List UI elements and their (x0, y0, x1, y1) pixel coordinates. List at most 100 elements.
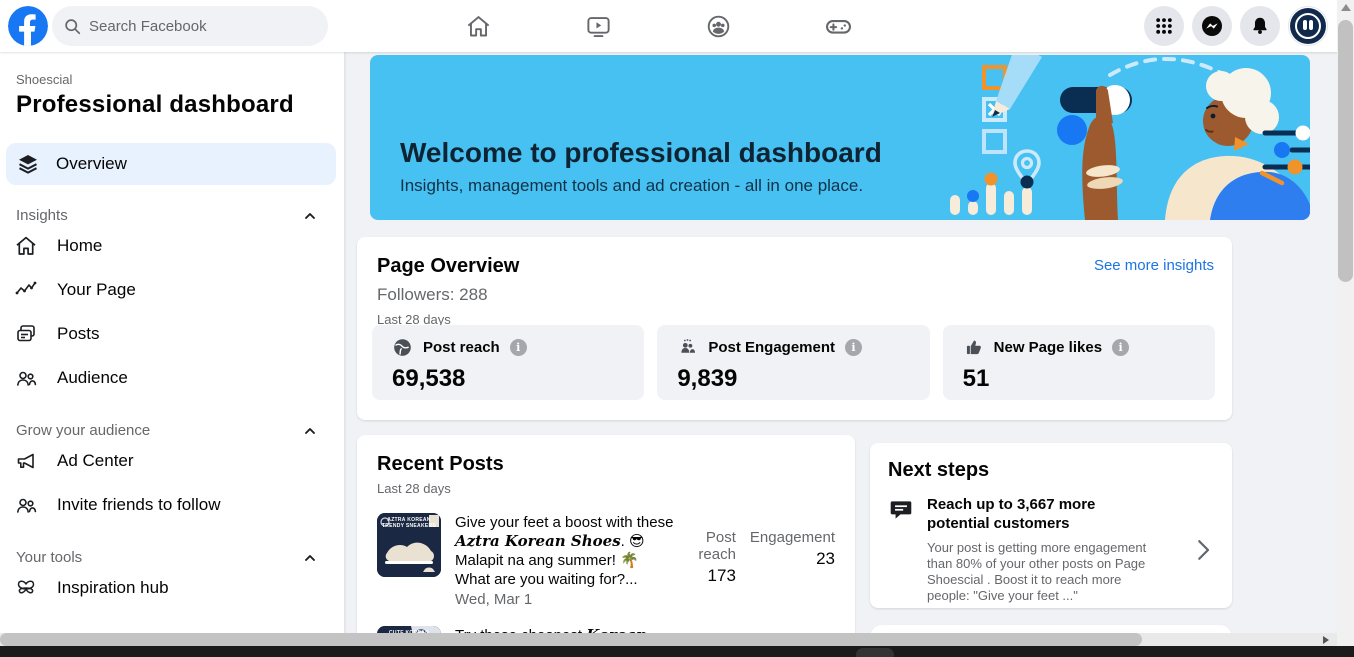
followers-count: Followers: 288 (377, 285, 488, 304)
recent-posts-period: Last 28 days (377, 481, 451, 496)
post-date: Wed, Mar 1 (455, 591, 533, 608)
home-icon (16, 236, 36, 255)
sidebar-item-label: Overview (56, 154, 127, 173)
banner-title: Welcome to professional dashboard (400, 137, 882, 168)
chevron-up-icon (305, 212, 315, 219)
page-overview-title: Page Overview (377, 255, 520, 277)
sidebar-item-ad-center[interactable]: Ad Center (0, 439, 344, 483)
taskbar-app-button[interactable] (856, 648, 894, 657)
shoescial-logo-avatar (1290, 8, 1326, 44)
next-steps-item-body: Your post is getting more engagement tha… (927, 540, 1147, 603)
people-icon (681, 339, 696, 353)
scroll-up-arrow[interactable] (1341, 4, 1351, 11)
post-metrics: Post reach 173 Engagement 23 (675, 513, 835, 609)
butterfly-icon (17, 580, 35, 594)
dashboard-sidebar: Shoescial Professional dashboard Overvie… (0, 52, 345, 646)
overview-stat-tiles: Post reach i 69,538 Post Engagement i 9,… (372, 325, 1215, 400)
account-avatar[interactable] (1288, 6, 1328, 46)
stat-value: 69,538 (392, 365, 466, 392)
stat-label: Post Engagement (708, 339, 836, 356)
sidebar-item-overview[interactable]: Overview (6, 143, 336, 185)
info-icon[interactable]: i (845, 339, 863, 356)
line-chart-icon (15, 281, 37, 295)
post-reach-metric: Post reach 173 (698, 529, 736, 585)
search-bar[interactable] (52, 6, 328, 46)
sidebar-item-label: Invite friends to follow (57, 495, 221, 514)
horizontal-scroll-thumb[interactable] (0, 633, 1142, 646)
stat-value: 51 (962, 365, 990, 392)
stat-tile-post-engagement: Post Engagement i 9,839 (657, 325, 930, 400)
main-nav-tabs (426, 0, 890, 52)
groups-icon (707, 15, 729, 37)
watch-icon (586, 16, 610, 37)
sidebar-item-label: Inspiration hub (57, 578, 169, 597)
next-steps-item[interactable]: Reach up to 3,667 more potential custome… (888, 495, 1214, 604)
post-text: Give your feet a boost with these Aztra … (455, 514, 674, 608)
stat-label: New Page likes (993, 339, 1103, 356)
thumbnail-caption: AZTRA KOREAN TRENDY SNEAKERS (381, 517, 437, 529)
dashboard-main-content: Welcome to professional dashboard Insigh… (345, 52, 1337, 657)
see-more-insights-link[interactable]: See more insights (1094, 257, 1214, 274)
post-row[interactable]: AZTRA KOREAN TRENDY SNEAKERS Give your f… (377, 513, 835, 609)
stat-tile-new-page-likes: New Page likes i 51 (942, 325, 1215, 400)
top-navigation-bar (0, 0, 1354, 52)
page-overview-card: Page Overview Followers: 288 Last 28 day… (357, 237, 1232, 420)
home-tab[interactable] (426, 0, 530, 52)
sidebar-item-posts[interactable]: Posts (0, 312, 344, 356)
sidebar-title: Professional dashboard (16, 91, 294, 118)
invite-friends-icon (17, 498, 37, 513)
stat-value: 9,839 (677, 365, 738, 392)
apps-menu-button[interactable] (1144, 6, 1184, 46)
audience-icon (17, 371, 37, 386)
sidebar-item-label: Audience (57, 368, 128, 387)
sidebar-item-audience[interactable]: Audience (0, 356, 344, 400)
messenger-button[interactable] (1192, 6, 1232, 46)
globe-icon (394, 339, 411, 356)
sidebar-item-label: Ad Center (57, 451, 134, 470)
next-steps-text: Reach up to 3,667 more potential custome… (927, 495, 1155, 604)
taskbar-strip (0, 646, 1354, 657)
gaming-tab[interactable] (786, 0, 890, 52)
sidebar-page-name: Shoescial (16, 72, 73, 87)
sidebar-section-insights[interactable]: Insights (16, 207, 318, 224)
messenger-icon (1202, 16, 1222, 36)
next-steps-title: Next steps (888, 459, 990, 481)
info-icon[interactable]: i (1112, 339, 1130, 356)
section-label: Insights (16, 207, 68, 224)
groups-tab[interactable] (666, 0, 770, 52)
sidebar-item-label: Posts (57, 324, 100, 343)
sidebar-section-your-tools[interactable]: Your tools (16, 549, 318, 566)
section-label: Your tools (16, 549, 83, 566)
watch-tab[interactable] (546, 0, 650, 52)
sidebar-item-inspiration-hub[interactable]: Inspiration hub (0, 566, 344, 610)
section-label: Grow your audience (16, 422, 151, 439)
facebook-logo[interactable] (8, 6, 48, 46)
search-icon (65, 18, 81, 34)
vertical-scrollbar[interactable] (1337, 0, 1354, 646)
sidebar-section-grow-your-audience[interactable]: Grow your audience (16, 422, 318, 439)
notifications-button[interactable] (1240, 6, 1280, 46)
gaming-icon (825, 19, 851, 34)
megaphone-icon (17, 453, 34, 469)
home-icon (467, 15, 489, 36)
vertical-scroll-thumb[interactable] (1338, 20, 1353, 282)
chevron-up-icon (305, 427, 315, 434)
sidebar-item-your-page[interactable]: Your Page (0, 268, 344, 312)
next-steps-card: Next steps Reach up to 3,667 more potent… (870, 443, 1232, 608)
chevron-right-icon[interactable] (1192, 535, 1214, 565)
scroll-right-arrow[interactable] (1323, 636, 1329, 644)
search-input[interactable] (89, 17, 309, 35)
horizontal-scrollbar[interactable] (0, 633, 1337, 646)
layers-icon (19, 155, 37, 174)
post-thumbnail: AZTRA KOREAN TRENDY SNEAKERS (377, 513, 441, 577)
banner-illustration (950, 55, 1310, 220)
stat-label: Post reach (423, 339, 500, 356)
posts-icon (17, 325, 35, 342)
recent-posts-card: Recent Posts Last 28 days AZTRA KOREAN T… (357, 435, 855, 657)
sidebar-item-home[interactable]: Home (0, 224, 344, 268)
apps-grid-icon (1156, 18, 1172, 34)
banner-subtitle: Insights, management tools and ad creati… (400, 176, 864, 195)
stat-tile-post-reach: Post reach i 69,538 (372, 325, 645, 400)
sidebar-item-invite-friends[interactable]: Invite friends to follow (0, 483, 344, 527)
info-icon[interactable]: i (509, 339, 527, 356)
